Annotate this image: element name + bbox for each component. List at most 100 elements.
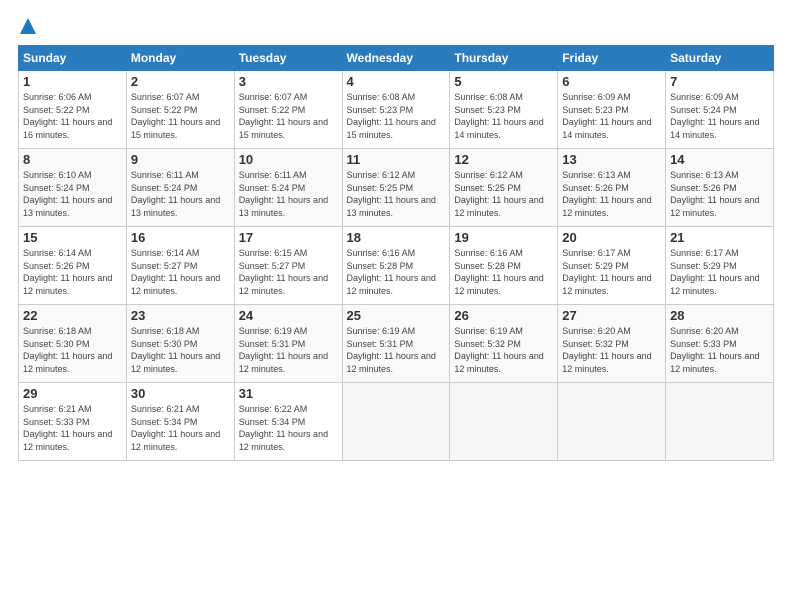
- day-info: Sunrise: 6:09 AM Sunset: 5:23 PM Dayligh…: [562, 91, 661, 141]
- sunset-label: Sunset: 5:24 PM: [131, 183, 198, 193]
- daylight-label: Daylight: 11 hours and 12 minutes.: [23, 429, 112, 452]
- calendar-cell: 18 Sunrise: 6:16 AM Sunset: 5:28 PM Dayl…: [342, 227, 450, 305]
- calendar-cell: [558, 383, 666, 461]
- sunrise-label: Sunrise: 6:12 AM: [454, 170, 523, 180]
- daylight-label: Daylight: 11 hours and 12 minutes.: [23, 273, 112, 296]
- day-info: Sunrise: 6:08 AM Sunset: 5:23 PM Dayligh…: [347, 91, 446, 141]
- calendar-cell: 27 Sunrise: 6:20 AM Sunset: 5:32 PM Dayl…: [558, 305, 666, 383]
- day-number: 14: [670, 152, 769, 167]
- daylight-label: Daylight: 11 hours and 14 minutes.: [454, 117, 543, 140]
- daylight-label: Daylight: 11 hours and 13 minutes.: [131, 195, 220, 218]
- sunrise-label: Sunrise: 6:08 AM: [454, 92, 523, 102]
- calendar-header-sunday: Sunday: [19, 46, 127, 71]
- calendar-cell: 28 Sunrise: 6:20 AM Sunset: 5:33 PM Dayl…: [666, 305, 774, 383]
- daylight-label: Daylight: 11 hours and 16 minutes.: [23, 117, 112, 140]
- sunset-label: Sunset: 5:22 PM: [131, 105, 198, 115]
- calendar-cell: 4 Sunrise: 6:08 AM Sunset: 5:23 PM Dayli…: [342, 71, 450, 149]
- calendar-cell: 8 Sunrise: 6:10 AM Sunset: 5:24 PM Dayli…: [19, 149, 127, 227]
- day-number: 20: [562, 230, 661, 245]
- daylight-label: Daylight: 11 hours and 12 minutes.: [454, 195, 543, 218]
- logo-icon: [20, 18, 36, 34]
- calendar-cell: 23 Sunrise: 6:18 AM Sunset: 5:30 PM Dayl…: [126, 305, 234, 383]
- daylight-label: Daylight: 11 hours and 12 minutes.: [239, 429, 328, 452]
- sunset-label: Sunset: 5:32 PM: [562, 339, 629, 349]
- calendar-cell: 30 Sunrise: 6:21 AM Sunset: 5:34 PM Dayl…: [126, 383, 234, 461]
- day-number: 31: [239, 386, 338, 401]
- calendar-cell: [342, 383, 450, 461]
- sunrise-label: Sunrise: 6:09 AM: [670, 92, 739, 102]
- calendar-table: SundayMondayTuesdayWednesdayThursdayFrid…: [18, 45, 774, 461]
- daylight-label: Daylight: 11 hours and 12 minutes.: [239, 273, 328, 296]
- sunset-label: Sunset: 5:30 PM: [23, 339, 90, 349]
- day-number: 4: [347, 74, 446, 89]
- sunrise-label: Sunrise: 6:15 AM: [239, 248, 308, 258]
- day-info: Sunrise: 6:21 AM Sunset: 5:34 PM Dayligh…: [131, 403, 230, 453]
- sunrise-label: Sunrise: 6:07 AM: [239, 92, 308, 102]
- calendar-cell: 10 Sunrise: 6:11 AM Sunset: 5:24 PM Dayl…: [234, 149, 342, 227]
- daylight-label: Daylight: 11 hours and 14 minutes.: [562, 117, 651, 140]
- day-number: 27: [562, 308, 661, 323]
- calendar-cell: 5 Sunrise: 6:08 AM Sunset: 5:23 PM Dayli…: [450, 71, 558, 149]
- sunset-label: Sunset: 5:32 PM: [454, 339, 521, 349]
- day-info: Sunrise: 6:20 AM Sunset: 5:33 PM Dayligh…: [670, 325, 769, 375]
- day-info: Sunrise: 6:21 AM Sunset: 5:33 PM Dayligh…: [23, 403, 122, 453]
- sunset-label: Sunset: 5:27 PM: [131, 261, 198, 271]
- day-info: Sunrise: 6:09 AM Sunset: 5:24 PM Dayligh…: [670, 91, 769, 141]
- day-number: 16: [131, 230, 230, 245]
- logo: [18, 18, 36, 37]
- sunrise-label: Sunrise: 6:13 AM: [670, 170, 739, 180]
- calendar-cell: 11 Sunrise: 6:12 AM Sunset: 5:25 PM Dayl…: [342, 149, 450, 227]
- daylight-label: Daylight: 11 hours and 13 minutes.: [347, 195, 436, 218]
- calendar-cell: 31 Sunrise: 6:22 AM Sunset: 5:34 PM Dayl…: [234, 383, 342, 461]
- daylight-label: Daylight: 11 hours and 15 minutes.: [347, 117, 436, 140]
- day-info: Sunrise: 6:18 AM Sunset: 5:30 PM Dayligh…: [131, 325, 230, 375]
- day-info: Sunrise: 6:08 AM Sunset: 5:23 PM Dayligh…: [454, 91, 553, 141]
- day-number: 5: [454, 74, 553, 89]
- sunrise-label: Sunrise: 6:16 AM: [454, 248, 523, 258]
- sunrise-label: Sunrise: 6:20 AM: [670, 326, 739, 336]
- day-info: Sunrise: 6:10 AM Sunset: 5:24 PM Dayligh…: [23, 169, 122, 219]
- calendar-week-row: 1 Sunrise: 6:06 AM Sunset: 5:22 PM Dayli…: [19, 71, 774, 149]
- daylight-label: Daylight: 11 hours and 14 minutes.: [670, 117, 759, 140]
- day-number: 3: [239, 74, 338, 89]
- calendar-week-row: 15 Sunrise: 6:14 AM Sunset: 5:26 PM Dayl…: [19, 227, 774, 305]
- sunset-label: Sunset: 5:23 PM: [562, 105, 629, 115]
- calendar-cell: 21 Sunrise: 6:17 AM Sunset: 5:29 PM Dayl…: [666, 227, 774, 305]
- day-number: 28: [670, 308, 769, 323]
- day-info: Sunrise: 6:13 AM Sunset: 5:26 PM Dayligh…: [670, 169, 769, 219]
- sunset-label: Sunset: 5:24 PM: [670, 105, 737, 115]
- daylight-label: Daylight: 11 hours and 12 minutes.: [454, 273, 543, 296]
- daylight-label: Daylight: 11 hours and 12 minutes.: [562, 195, 651, 218]
- day-number: 17: [239, 230, 338, 245]
- sunset-label: Sunset: 5:27 PM: [239, 261, 306, 271]
- calendar-cell: 20 Sunrise: 6:17 AM Sunset: 5:29 PM Dayl…: [558, 227, 666, 305]
- day-info: Sunrise: 6:15 AM Sunset: 5:27 PM Dayligh…: [239, 247, 338, 297]
- sunrise-label: Sunrise: 6:07 AM: [131, 92, 200, 102]
- day-info: Sunrise: 6:12 AM Sunset: 5:25 PM Dayligh…: [454, 169, 553, 219]
- day-number: 26: [454, 308, 553, 323]
- calendar-cell: 24 Sunrise: 6:19 AM Sunset: 5:31 PM Dayl…: [234, 305, 342, 383]
- day-number: 29: [23, 386, 122, 401]
- sunset-label: Sunset: 5:26 PM: [562, 183, 629, 193]
- day-info: Sunrise: 6:16 AM Sunset: 5:28 PM Dayligh…: [454, 247, 553, 297]
- sunrise-label: Sunrise: 6:11 AM: [239, 170, 307, 180]
- day-info: Sunrise: 6:06 AM Sunset: 5:22 PM Dayligh…: [23, 91, 122, 141]
- calendar-header-saturday: Saturday: [666, 46, 774, 71]
- daylight-label: Daylight: 11 hours and 15 minutes.: [239, 117, 328, 140]
- calendar-header-monday: Monday: [126, 46, 234, 71]
- sunset-label: Sunset: 5:22 PM: [23, 105, 90, 115]
- sunset-label: Sunset: 5:34 PM: [131, 417, 198, 427]
- day-info: Sunrise: 6:13 AM Sunset: 5:26 PM Dayligh…: [562, 169, 661, 219]
- calendar-cell: 19 Sunrise: 6:16 AM Sunset: 5:28 PM Dayl…: [450, 227, 558, 305]
- calendar-cell: 7 Sunrise: 6:09 AM Sunset: 5:24 PM Dayli…: [666, 71, 774, 149]
- day-number: 2: [131, 74, 230, 89]
- sunset-label: Sunset: 5:30 PM: [131, 339, 198, 349]
- day-info: Sunrise: 6:19 AM Sunset: 5:31 PM Dayligh…: [347, 325, 446, 375]
- sunset-label: Sunset: 5:29 PM: [562, 261, 629, 271]
- calendar-week-row: 29 Sunrise: 6:21 AM Sunset: 5:33 PM Dayl…: [19, 383, 774, 461]
- daylight-label: Daylight: 11 hours and 12 minutes.: [239, 351, 328, 374]
- day-number: 18: [347, 230, 446, 245]
- calendar-cell: 3 Sunrise: 6:07 AM Sunset: 5:22 PM Dayli…: [234, 71, 342, 149]
- calendar-cell: 9 Sunrise: 6:11 AM Sunset: 5:24 PM Dayli…: [126, 149, 234, 227]
- header: [18, 18, 774, 37]
